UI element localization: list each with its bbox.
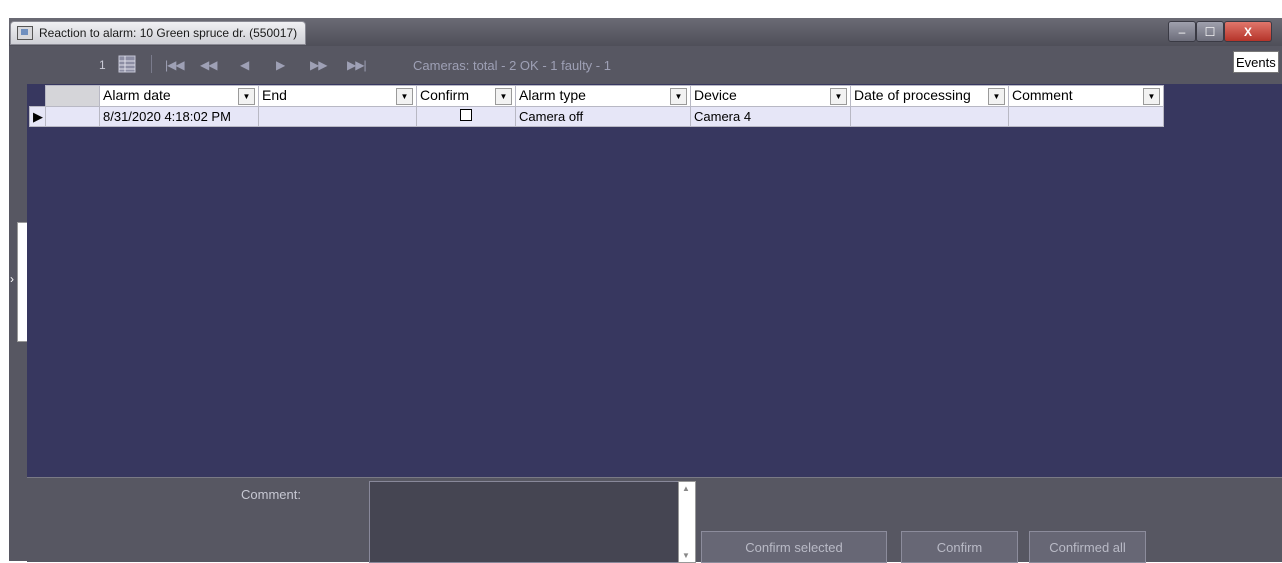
chevron-down-icon[interactable]: ▼ (1143, 88, 1160, 105)
first-page-icon[interactable]: |◀◀ (165, 58, 185, 72)
table-view-icon[interactable] (118, 55, 136, 73)
alarm-reaction-window: Reaction to alarm: 10 Green spruce dr. (… (0, 0, 1282, 563)
prev-fast-icon[interactable]: ◀◀ (200, 58, 217, 72)
toolbar-divider (151, 55, 152, 73)
app-icon (17, 26, 33, 40)
table-header-row: Alarm date ▼ End ▼ Confirm ▼ Alarm type ▼ De… (29, 85, 1164, 107)
confirm-checkbox[interactable] (460, 109, 472, 121)
row-spacer-cell (45, 106, 100, 127)
next-fast-icon[interactable]: ▶▶ (310, 58, 327, 72)
close-button[interactable]: X (1224, 21, 1272, 42)
comment-input[interactable] (369, 481, 680, 563)
window-title-tab[interactable]: Reaction to alarm: 10 Green spruce dr. (… (10, 21, 307, 45)
alarm-grid (27, 84, 1282, 477)
col-end[interactable]: End ▼ (258, 85, 417, 107)
comment-label: Comment: (241, 487, 301, 502)
cell-comment[interactable] (1008, 106, 1164, 127)
col-confirm[interactable]: Confirm ▼ (416, 85, 516, 107)
cell-confirm[interactable] (416, 106, 516, 127)
window-title: Reaction to alarm: 10 Green spruce dr. (… (39, 26, 298, 40)
confirmed-all-button[interactable]: Confirmed all (1029, 531, 1146, 563)
prev-icon[interactable]: ◀ (240, 58, 249, 72)
maximize-button[interactable]: ☐ (1196, 21, 1224, 42)
col-device[interactable]: Device ▼ (690, 85, 851, 107)
scroll-up-icon[interactable]: ▲ (682, 484, 690, 493)
confirm-selected-button[interactable]: Confirm selected (701, 531, 887, 563)
cell-device[interactable]: Camera 4 (690, 106, 851, 127)
chevron-down-icon[interactable]: ▼ (670, 88, 687, 105)
row-indicator-icon[interactable]: ▶ (29, 106, 46, 127)
col-comment[interactable]: Comment ▼ (1008, 85, 1164, 107)
next-icon[interactable]: ▶ (276, 58, 285, 72)
confirm-button[interactable]: Confirm (901, 531, 1018, 563)
chevron-down-icon[interactable]: ▼ (830, 88, 847, 105)
comment-scrollbar[interactable]: ▲ ▼ (678, 481, 696, 563)
scroll-down-icon[interactable]: ▼ (682, 551, 690, 560)
header-spacer (29, 85, 46, 107)
table-row[interactable]: ▶ 8/31/2020 4:18:02 PM Camera off Camera… (29, 106, 1164, 127)
chevron-down-icon[interactable]: ▼ (396, 88, 413, 105)
col-date-of-processing[interactable]: Date of processing ▼ (850, 85, 1009, 107)
cell-alarm-date[interactable]: 8/31/2020 4:18:02 PM (99, 106, 259, 127)
col-alarm-type[interactable]: Alarm type ▼ (515, 85, 691, 107)
minimize-button[interactable]: – (1168, 21, 1196, 42)
cell-alarm-type[interactable]: Camera off (515, 106, 691, 127)
chevron-down-icon[interactable]: ▼ (988, 88, 1005, 105)
col-alarm-date[interactable]: Alarm date ▼ (99, 85, 259, 107)
alarm-table: Alarm date ▼ End ▼ Confirm ▼ Alarm type ▼ De… (29, 85, 1164, 127)
chevron-down-icon[interactable]: ▼ (495, 88, 512, 105)
cell-date-of-processing[interactable] (850, 106, 1009, 127)
last-page-icon[interactable]: ▶▶| (347, 58, 367, 72)
header-corner (45, 85, 100, 107)
cell-end[interactable] (258, 106, 417, 127)
events-button[interactable]: Events (1233, 51, 1279, 73)
page-number: 1 (99, 58, 106, 72)
expand-arrow-icon[interactable]: › (10, 272, 14, 286)
chevron-down-icon[interactable]: ▼ (238, 88, 255, 105)
cameras-status: Cameras: total - 2 OK - 1 faulty - 1 (413, 58, 611, 73)
